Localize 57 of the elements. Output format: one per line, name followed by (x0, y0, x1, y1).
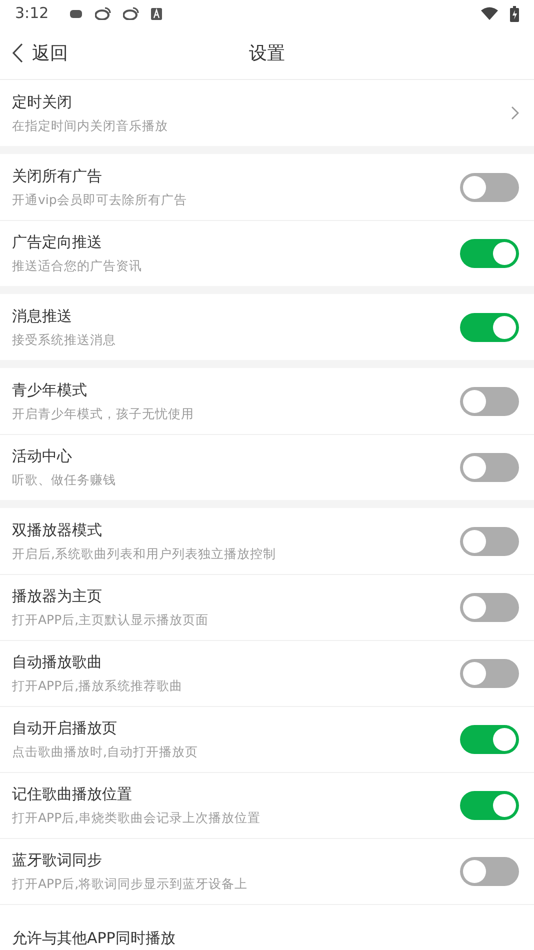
setting-row[interactable]: 播放器为主页 打开APP后,主页默认显示播放页面 (0, 574, 534, 640)
toggle-switch[interactable] (460, 526, 519, 556)
setting-row[interactable]: 自动播放歌曲 打开APP后,播放系统推荐歌曲 (0, 640, 534, 706)
setting-title: 自动开启播放页 (12, 718, 118, 738)
setting-title: 青少年模式 (12, 380, 88, 400)
toggle-switch[interactable] (460, 386, 519, 416)
status-time: 3:12 (15, 3, 49, 24)
toggle-switch[interactable] (460, 659, 519, 688)
setting-title: 记住歌曲播放位置 (12, 784, 133, 804)
setting-description: 在指定时间内关闭音乐播放 (12, 116, 169, 134)
setting-description: 听歌、做任务赚钱 (12, 471, 117, 489)
setting-description: 打开APP后,串烧类歌曲会记录上次播放位置 (12, 809, 262, 827)
setting-description: 开启青少年模式，孩子无忧使用 (12, 404, 195, 422)
setting-row[interactable]: 广告定向推送 推送适合您的广告资讯 (0, 220, 534, 286)
toggle-switch[interactable] (460, 172, 519, 202)
setting-title: 关闭所有广告 (12, 166, 103, 186)
setting-description: 打开APP后,播放系统推荐歌曲 (12, 677, 184, 695)
setting-title: 广告定向推送 (12, 232, 103, 252)
toggle-switch[interactable] (460, 791, 519, 820)
setting-row[interactable]: 允许与其他APP同时播放 (0, 904, 534, 950)
setting-description: 接受系统推送消息 (12, 330, 117, 348)
setting-row[interactable]: 记住歌曲播放位置 打开APP后,串烧类歌曲会记录上次播放位置 (0, 772, 534, 838)
setting-title: 消息推送 (12, 306, 73, 326)
setting-title: 允许与其他APP同时播放 (12, 928, 176, 948)
toggle-switch[interactable] (460, 593, 519, 622)
wifi-icon (481, 7, 498, 20)
toggle-switch[interactable] (460, 239, 519, 268)
setting-title: 自动播放歌曲 (12, 652, 103, 672)
chevron-right-icon (511, 106, 519, 120)
setting-row[interactable]: 青少年模式 开启青少年模式，孩子无忧使用 (0, 368, 534, 434)
battery-icon (510, 6, 519, 22)
toggle-switch[interactable] (460, 857, 519, 886)
setting-description: 打开APP后,将歌词同步显示到蓝牙设备上 (12, 875, 249, 893)
toggle-switch[interactable] (460, 725, 519, 754)
toggle-switch[interactable] (460, 453, 519, 482)
setting-description: 推送适合您的广告资讯 (12, 257, 143, 275)
chevron-left-icon (12, 43, 23, 63)
setting-description: 点击歌曲播放时,自动打开播放页 (12, 743, 199, 761)
setting-title: 双播放器模式 (12, 520, 103, 540)
setting-title: 播放器为主页 (12, 586, 103, 606)
setting-description: 开启后,系统歌曲列表和用户列表独立播放控制 (12, 544, 277, 562)
setting-row[interactable]: 蓝牙歌词同步 打开APP后,将歌词同步显示到蓝牙设备上 (0, 838, 534, 904)
setting-title: 蓝牙歌词同步 (12, 850, 103, 870)
setting-description: 打开APP后,主页默认显示播放页面 (12, 611, 210, 629)
setting-row[interactable]: 自动开启播放页 点击歌曲播放时,自动打开播放页 (0, 706, 534, 772)
back-button[interactable]: 返回 (0, 40, 68, 66)
setting-row[interactable]: 双播放器模式 开启后,系统歌曲列表和用户列表独立播放控制 (0, 508, 534, 574)
setting-title: 活动中心 (12, 446, 73, 466)
setting-row[interactable]: 关闭所有广告 开通vip会员即可去除所有广告 (0, 154, 534, 220)
page-title: 设置 (249, 42, 285, 66)
toggle-switch[interactable] (460, 312, 519, 342)
setting-row[interactable]: 消息推送 接受系统推送消息 (0, 294, 534, 360)
app-icon (150, 8, 162, 20)
setting-row[interactable]: 定时关闭 在指定时间内关闭音乐播放 (0, 80, 534, 146)
setting-row[interactable]: 活动中心 听歌、做任务赚钱 (0, 434, 534, 500)
setting-title: 定时关闭 (12, 92, 73, 112)
setting-description: 开通vip会员即可去除所有广告 (12, 190, 188, 208)
